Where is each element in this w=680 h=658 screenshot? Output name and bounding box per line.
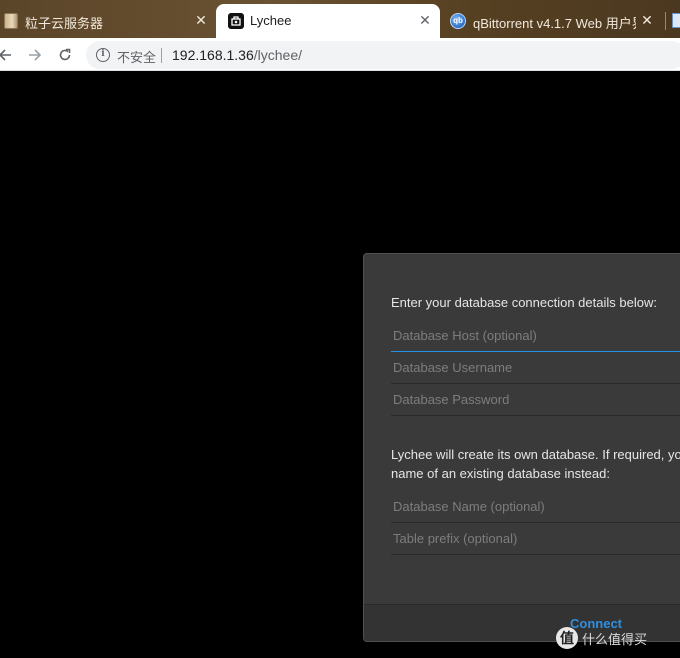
watermark-text: 什么值得买 bbox=[582, 631, 648, 647]
close-icon[interactable]: ✕ bbox=[417, 12, 433, 28]
security-label[interactable]: 不安全 bbox=[117, 47, 156, 66]
document-icon bbox=[672, 13, 680, 28]
database-host-field[interactable] bbox=[391, 320, 680, 352]
tab-title: 粒子云服务器 bbox=[25, 16, 104, 31]
dialog-note-line-2: name of an existing database instead: bbox=[391, 466, 610, 481]
page-content: Enter your database connection details b… bbox=[0, 71, 680, 658]
info-icon[interactable]: i bbox=[96, 48, 110, 62]
tab-title: qBittorrent v4.1.7 Web 用户界面 bbox=[473, 16, 636, 31]
tab-qbittorrent[interactable]: qb qBittorrent v4.1.7 Web 用户界面 ✕ bbox=[440, 4, 666, 38]
address-bar[interactable]: i 不安全 192.168.1.36/lychee/ bbox=[86, 41, 680, 69]
browser-toolbar: i 不安全 192.168.1.36/lychee/ bbox=[0, 38, 680, 71]
table-prefix-input[interactable] bbox=[391, 523, 680, 554]
database-username-input[interactable] bbox=[391, 352, 680, 383]
back-arrow-icon[interactable] bbox=[0, 44, 16, 66]
database-setup-dialog: Enter your database connection details b… bbox=[363, 253, 680, 642]
watermark-badge: 值 bbox=[556, 627, 578, 649]
reload-icon[interactable] bbox=[54, 44, 76, 66]
tab-partial[interactable] bbox=[666, 4, 680, 38]
url-divider bbox=[161, 48, 162, 63]
tab-title: Lychee bbox=[250, 13, 292, 28]
url-path: /lychee/ bbox=[253, 47, 302, 63]
lychee-icon bbox=[228, 13, 244, 29]
database-name-field[interactable] bbox=[391, 491, 680, 523]
browser-tab-strip: 粒子云服务器 ✕ Lychee ✕ qb qBittorrent v4.1.7 … bbox=[0, 0, 680, 38]
database-host-input[interactable] bbox=[391, 320, 680, 351]
tab-particle-cloud[interactable]: 粒子云服务器 ✕ bbox=[0, 4, 214, 38]
url-host: 192.168.1.36 bbox=[172, 47, 254, 63]
database-password-field[interactable] bbox=[391, 384, 680, 416]
database-username-field[interactable] bbox=[391, 352, 680, 384]
dialog-intro-text: Enter your database connection details b… bbox=[391, 295, 657, 310]
close-icon[interactable]: ✕ bbox=[193, 12, 209, 28]
url-text[interactable]: 192.168.1.36/lychee/ bbox=[172, 47, 302, 63]
dialog-note-line-1: Lychee will create its own database. If … bbox=[391, 447, 680, 462]
table-prefix-field[interactable] bbox=[391, 523, 680, 555]
close-icon[interactable]: ✕ bbox=[639, 12, 655, 28]
tab-lychee[interactable]: Lychee ✕ bbox=[216, 4, 440, 38]
forward-arrow-icon[interactable] bbox=[24, 44, 46, 66]
book-icon bbox=[4, 13, 18, 29]
qbittorrent-icon: qb bbox=[450, 13, 466, 29]
database-name-input[interactable] bbox=[391, 491, 680, 522]
watermark: 值 什么值得买 bbox=[556, 627, 647, 649]
database-password-input[interactable] bbox=[391, 384, 680, 415]
